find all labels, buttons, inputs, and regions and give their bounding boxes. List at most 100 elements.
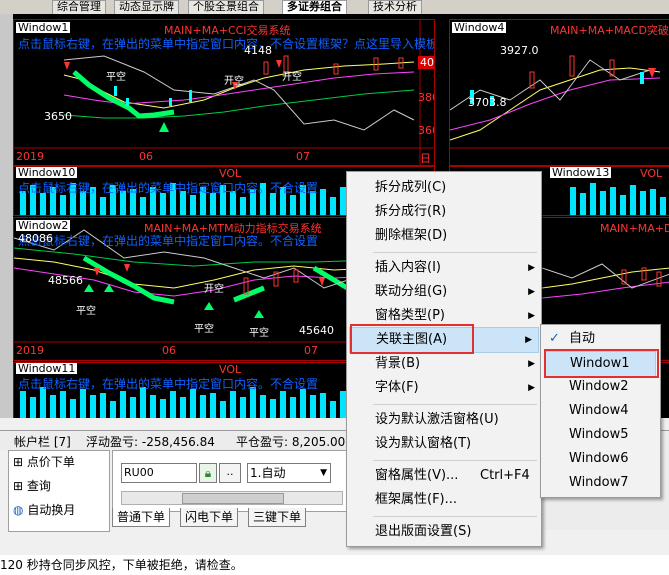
submenu-item-window6[interactable]: Window6 bbox=[541, 447, 660, 471]
window1-period: 日线 bbox=[420, 152, 431, 165]
window1-mark-2: 开空 bbox=[224, 76, 244, 87]
tab-flash-order[interactable]: 闪电下单 bbox=[180, 508, 239, 527]
menu-separator bbox=[373, 460, 537, 461]
window1-last-price: 4026 bbox=[418, 56, 434, 69]
order-type-tabs: 普通下单 闪电下单 三键下单 bbox=[112, 508, 347, 530]
menu-separator bbox=[373, 516, 537, 517]
submenu-item-window2[interactable]: Window2 bbox=[541, 375, 660, 399]
right-panel-title: MAIN+MA+DMI指 bbox=[600, 222, 669, 235]
window11-label: Window11 bbox=[16, 362, 78, 375]
horizontal-scrollbar[interactable] bbox=[121, 491, 343, 505]
window11-hint: 点击鼠标右键，在弹出的菜单中指定窗口内容。不合设置 bbox=[18, 377, 319, 391]
window2-date-2019: 2019 bbox=[16, 344, 44, 357]
submenu-item-window5[interactable]: Window5 bbox=[541, 423, 660, 447]
window2-mark-3: 平空 bbox=[194, 324, 214, 335]
window1-date-2019: 2019 bbox=[16, 150, 44, 163]
shortcut-label: Ctrl+F4 bbox=[480, 468, 530, 483]
tab-multi-security[interactable]: 多证券组合 bbox=[282, 0, 347, 14]
window4-high-price: 3927.0 bbox=[500, 44, 539, 57]
submenu-item-window4[interactable]: Window4 bbox=[541, 399, 660, 423]
window1-low-price: 3650 bbox=[44, 110, 72, 123]
tree-toggle-icon: ⊞ bbox=[13, 455, 24, 469]
tab-three-key-order[interactable]: 三键下单 bbox=[248, 508, 307, 527]
contract-code-input[interactable]: RU00 bbox=[121, 463, 197, 483]
menu-item-link-group[interactable]: 联动分组(G) ▶ bbox=[347, 280, 541, 304]
check-icon: ✓ bbox=[549, 331, 560, 346]
submenu-arrow-icon: ▶ bbox=[528, 263, 535, 273]
tab-normal-order[interactable]: 普通下单 bbox=[112, 508, 171, 527]
window1-label: Window1 bbox=[16, 21, 71, 34]
window4-low-price: 3703.8 bbox=[468, 96, 507, 109]
panel-window1[interactable]: Window1 MAIN+MA+CCI交易系统 点击鼠标右键，在弹出的菜单中指定… bbox=[13, 19, 435, 166]
window2-mark-4: 平空 bbox=[249, 328, 269, 339]
menu-item-font[interactable]: 字体(F) ▶ bbox=[347, 376, 541, 400]
menu-item-split-rows[interactable]: 拆分成行(R) bbox=[347, 200, 541, 224]
order-mode-select[interactable]: 1.自动 ▼ bbox=[247, 463, 331, 483]
highlight-box-link-main-chart bbox=[350, 324, 474, 354]
scrollbar-thumb[interactable] bbox=[182, 493, 284, 504]
menu-separator bbox=[373, 252, 537, 253]
menu-separator bbox=[373, 404, 537, 405]
window2-low-price: 45640 bbox=[299, 324, 334, 337]
menu-item-insert-content[interactable]: 插入内容(I) ▶ bbox=[347, 256, 541, 280]
menu-item-default-active-pane[interactable]: 设为默认激活窗格(U) bbox=[347, 408, 541, 432]
nav-label-price-order: 点价下单 bbox=[26, 455, 75, 469]
nav-item-price-order[interactable]: ⊞ 点价下单 bbox=[13, 453, 75, 471]
submenu-item-auto[interactable]: ✓ 自动 bbox=[541, 327, 660, 351]
window2-hint: 点击鼠标右键，在弹出的菜单中指定窗口内容。不合设置 bbox=[18, 234, 319, 248]
highlight-box-window1 bbox=[544, 349, 659, 378]
menu-item-split-columns[interactable]: 拆分成列(C) bbox=[347, 176, 541, 200]
window2-price-2: 48566 bbox=[48, 274, 83, 287]
panel-window4[interactable]: Window4 MAIN+MA+MACD突破 3927.0 3703.8 bbox=[449, 19, 669, 166]
trade-nav: ⊞ 点价下单 ⊞ 查询 ◍ 自动换月 bbox=[8, 450, 110, 532]
window2-date-07: 07 bbox=[304, 344, 318, 357]
menu-item-default-pane[interactable]: 设为默认窗格(T) bbox=[347, 432, 541, 456]
submenu-arrow-icon: ▶ bbox=[528, 359, 535, 369]
window2-high-price: 48086 bbox=[18, 232, 53, 245]
window13-label: Window13 bbox=[550, 166, 612, 179]
left-splitter[interactable] bbox=[0, 14, 14, 418]
nav-item-auto-rollover[interactable]: ◍ 自动换月 bbox=[13, 501, 75, 519]
submenu-arrow-icon: ▶ bbox=[528, 383, 535, 393]
window10-label: Window10 bbox=[16, 166, 78, 179]
window2-label: Window2 bbox=[16, 219, 71, 232]
submenu-arrow-icon: ▶ bbox=[525, 335, 532, 345]
lock-icon[interactable]: 🔒︎ bbox=[199, 463, 217, 483]
nav-label-auto-rollover: 自动换月 bbox=[27, 503, 76, 517]
window1-axis-3800: 3800 bbox=[418, 91, 434, 104]
window2-mark-1: 平空 bbox=[76, 306, 96, 317]
status-message: 120 秒持仓同步风控，下单被拒绝，请检查。 bbox=[0, 555, 669, 575]
window1-axis-3600: 3600 bbox=[418, 124, 434, 137]
tab-stock-panorama[interactable]: 个股全景组合 bbox=[188, 0, 264, 14]
window4-title: MAIN+MA+MACD突破 bbox=[550, 24, 669, 37]
menu-item-background[interactable]: 背景(B) ▶ bbox=[347, 352, 541, 376]
tree-toggle-icon: ⊞ bbox=[13, 479, 24, 493]
window1-date-07: 07 bbox=[296, 150, 310, 163]
submenu-arrow-icon: ▶ bbox=[528, 287, 535, 297]
module-tab-bar: 综合管理 动态显示牌 个股全景组合 多证券组合 技术分析 bbox=[0, 0, 669, 15]
order-panel: RU00 🔒︎ .. 1.自动 ▼ bbox=[112, 450, 349, 512]
submenu-item-window7[interactable]: Window7 bbox=[541, 471, 660, 495]
context-menu: 拆分成列(C) 拆分成行(R) 删除框架(D) 插入内容(I) ▶ 联动分组(G)… bbox=[346, 171, 542, 547]
window10-hint: 点击鼠标右键，在弹出的菜单中指定窗口内容。不合设置 bbox=[18, 181, 319, 195]
window2-date-06: 06 bbox=[162, 344, 176, 357]
menu-item-delete-frame[interactable]: 删除框架(D) bbox=[347, 224, 541, 248]
nav-item-query[interactable]: ⊞ 查询 bbox=[13, 477, 51, 495]
window2-mark-2: 开空 bbox=[204, 284, 224, 295]
window1-date-06: 06 bbox=[139, 150, 153, 163]
tab-technical-analysis[interactable]: 技术分析 bbox=[368, 0, 422, 14]
tab-dynamic-board[interactable]: 动态显示牌 bbox=[114, 0, 179, 14]
window4-label: Window4 bbox=[452, 21, 507, 34]
menu-item-exit-layout[interactable]: 退出版面设置(S) bbox=[347, 520, 541, 544]
order-mode-value: 1.自动 bbox=[250, 466, 286, 480]
tab-overview[interactable]: 综合管理 bbox=[52, 0, 106, 14]
window1-mark-3: 开空 bbox=[282, 72, 302, 83]
kline-chart-window4 bbox=[450, 55, 669, 149]
account-bar-label[interactable]: 帐户栏 [7] bbox=[14, 433, 71, 450]
menu-item-pane-properties[interactable]: 窗格属性(V)... Ctrl+F4 bbox=[347, 464, 541, 488]
menu-item-frame-properties[interactable]: 框架属性(F)... bbox=[347, 488, 541, 512]
browse-button[interactable]: .. bbox=[219, 463, 241, 483]
chevron-down-icon: ▼ bbox=[320, 468, 327, 478]
floating-pl: 浮动盈亏: -258,456.84 bbox=[86, 435, 215, 449]
submenu-arrow-icon: ▶ bbox=[528, 311, 535, 321]
